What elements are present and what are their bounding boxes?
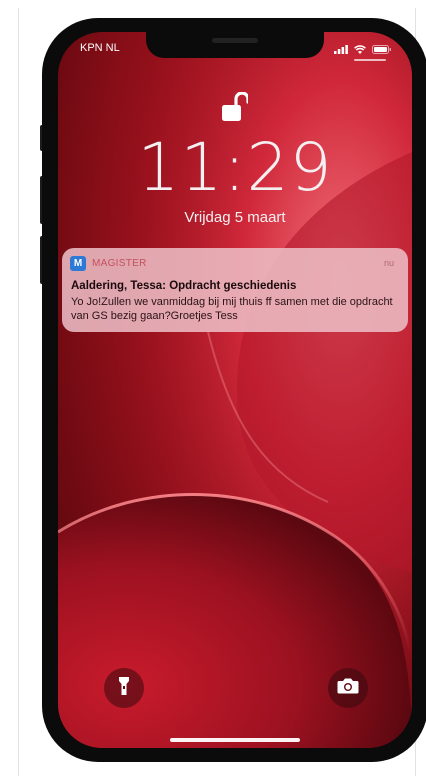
flashlight-button[interactable] xyxy=(104,668,144,708)
battery-icon xyxy=(372,41,392,59)
clock-time: 11:29 xyxy=(137,129,333,206)
notification-title: Aaldering, Tessa: Opdracht geschiedenis xyxy=(71,280,297,292)
wifi-icon xyxy=(354,41,366,59)
camera-button[interactable] xyxy=(328,668,368,708)
magister-app-icon: M xyxy=(70,256,86,271)
home-indicator[interactable] xyxy=(170,738,300,742)
notification-card[interactable]: M MAGISTER nu Aaldering, Tessa: Opdracht… xyxy=(62,248,408,332)
carrier-label: KPN NL xyxy=(80,42,120,54)
status-icons xyxy=(334,41,392,59)
notification-header: M MAGISTER xyxy=(70,256,147,271)
signal-icon xyxy=(334,41,348,59)
control-center-indicator[interactable] xyxy=(354,59,386,61)
notification-timestamp: nu xyxy=(383,258,394,268)
camera-icon xyxy=(337,677,359,699)
notch xyxy=(146,32,324,58)
flashlight-icon xyxy=(118,676,130,701)
notification-body: Yo Jo!Zullen we vanmiddag bij mij thuis … xyxy=(71,296,393,322)
lock-screen: KPN NL 11:29 Vrijdag 5 maart M MAGISTER … xyxy=(58,32,412,748)
phone-frame: KPN NL 11:29 Vrijdag 5 maart M MAGISTER … xyxy=(42,18,426,762)
unlocked-padlock-icon xyxy=(222,91,250,127)
notification-app-name: MAGISTER xyxy=(92,258,147,269)
clock-date: Vrijdag 5 maart xyxy=(184,209,286,226)
